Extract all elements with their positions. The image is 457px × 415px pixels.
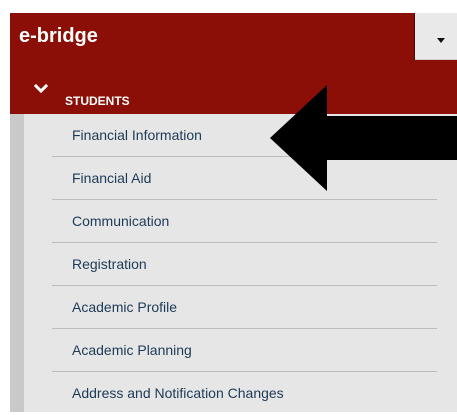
menu-item-registration[interactable]: Registration	[52, 243, 437, 286]
pointer-arrow	[270, 85, 457, 191]
menu-item-address-notification-changes[interactable]: Address and Notification Changes	[52, 372, 437, 415]
menu-item-label: Financial Information	[72, 127, 202, 143]
app-title: e-bridge	[19, 25, 98, 47]
menu-item-label: Academic Profile	[72, 299, 178, 315]
caret-down-icon	[437, 38, 445, 43]
chevron-down-icon	[34, 84, 48, 94]
menu-item-communication[interactable]: Communication	[52, 200, 437, 243]
menu-item-label: Communication	[72, 213, 170, 229]
menu-item-label: Financial Aid	[72, 170, 152, 186]
app-title-bar[interactable]: e-bridge	[10, 13, 414, 60]
menu-item-label: Registration	[72, 256, 147, 272]
menu-item-label: Academic Planning	[72, 342, 192, 358]
section-label: STUDENTS	[65, 94, 130, 108]
submenu-accent-bar	[10, 114, 24, 412]
navigation-panel: e-bridge STUDENTS Financial Information …	[10, 13, 457, 412]
menu-item-academic-planning[interactable]: Academic Planning	[52, 329, 437, 372]
menu-item-academic-profile[interactable]: Academic Profile	[52, 286, 437, 329]
menu-item-label: Address and Notification Changes	[72, 385, 284, 401]
dropdown-toggle-button[interactable]	[415, 13, 457, 60]
